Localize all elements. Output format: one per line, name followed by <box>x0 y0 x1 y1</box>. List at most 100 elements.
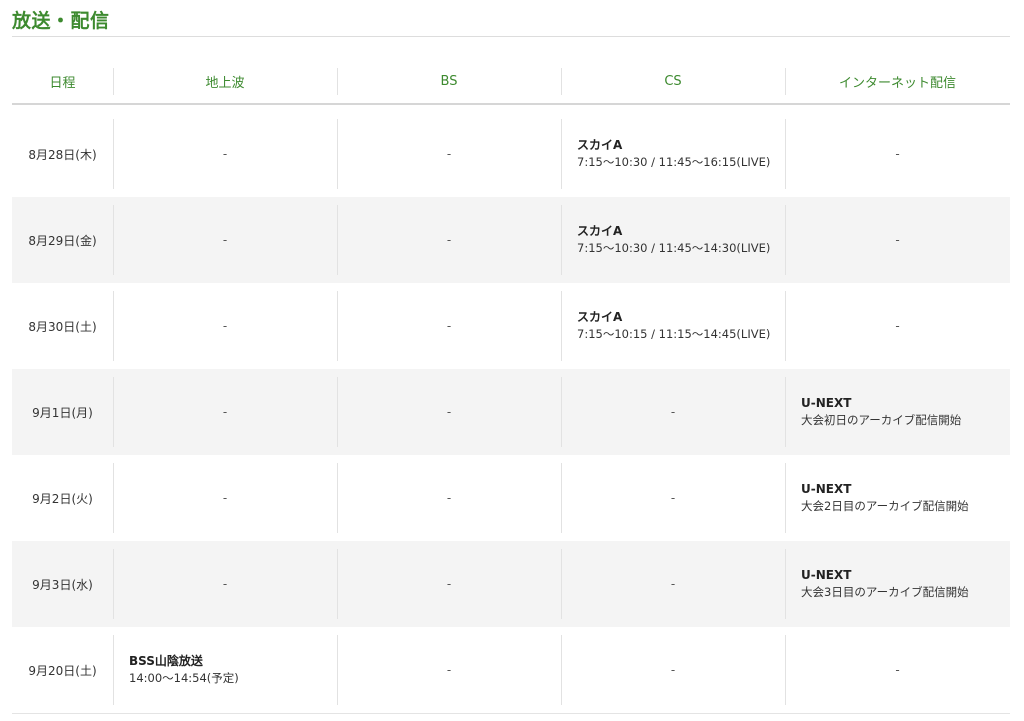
empty-dash: - <box>446 405 452 419</box>
terrestrial-cell: - <box>113 283 337 369</box>
empty-dash: - <box>895 147 900 161</box>
broadcast-detail: 7:15〜10:15 / 11:15〜14:45(LIVE) <box>577 327 771 341</box>
internet-cell: U-NEXT 大会2日目のアーカイブ配信開始 <box>785 455 1010 541</box>
empty-dash: - <box>222 147 228 161</box>
date-label: 9月2日(火) <box>32 491 93 506</box>
empty-dash: - <box>222 491 228 505</box>
internet-cell: U-NEXT 大会3日目のアーカイブ配信開始 <box>785 541 1010 627</box>
empty-dash: - <box>895 663 900 677</box>
terrestrial-cell: BSS山陰放送 14:00〜14:54(予定) <box>113 627 337 713</box>
terrestrial-cell: - <box>113 369 337 455</box>
empty-dash: - <box>222 405 228 419</box>
date-cell: 8月29日(金) <box>12 197 113 283</box>
section-title: 放送・配信 <box>12 10 110 32</box>
date-label: 8月29日(金) <box>28 233 97 248</box>
broadcast-entry: スカイA 7:15〜10:30 / 11:45〜16:15(LIVE) <box>577 137 770 171</box>
bs-cell: - <box>337 541 561 627</box>
broadcast-detail: 大会2日目のアーカイブ配信開始 <box>801 499 969 513</box>
broadcast-detail: 7:15〜10:30 / 11:45〜16:15(LIVE) <box>577 155 771 169</box>
date-label: 8月28日(木) <box>28 147 97 162</box>
cs-cell: スカイA 7:15〜10:30 / 11:45〜16:15(LIVE) <box>561 111 785 197</box>
empty-dash: - <box>670 663 676 677</box>
broadcast-entry: U-NEXT 大会3日目のアーカイブ配信開始 <box>801 567 969 601</box>
cs-cell: - <box>561 541 785 627</box>
empty-dash: - <box>895 233 900 247</box>
broadcast-entry: U-NEXT 大会2日目のアーカイブ配信開始 <box>801 481 969 515</box>
header-terrestrial: 地上波 <box>113 60 337 103</box>
channel-name: U-NEXT <box>801 396 852 410</box>
date-label: 9月3日(水) <box>32 577 93 592</box>
title-divider <box>12 36 1010 37</box>
broadcast-entry: U-NEXT 大会初日のアーカイブ配信開始 <box>801 395 961 429</box>
date-cell: 9月1日(月) <box>12 369 113 455</box>
broadcast-detail: 大会初日のアーカイブ配信開始 <box>801 413 962 427</box>
table-row: 8月29日(金) - - スカイA 7:15〜10:30 / 11:45〜14:30(L… <box>12 197 1010 283</box>
broadcast-page: 放送・配信 日程 地上波 BS CS インターネット配信 8月28日(木) - - ス… <box>0 0 1024 721</box>
broadcast-entry: スカイA 7:15〜10:15 / 11:15〜14:45(LIVE) <box>577 309 770 343</box>
broadcast-detail: 7:15〜10:30 / 11:45〜14:30(LIVE) <box>577 241 771 255</box>
broadcast-detail: 14:00〜14:54(予定) <box>129 671 239 685</box>
empty-dash: - <box>446 491 452 505</box>
table-bottom-divider <box>12 713 1010 714</box>
bs-cell: - <box>337 111 561 197</box>
date-cell: 8月28日(木) <box>12 111 113 197</box>
channel-name: スカイA <box>577 310 623 324</box>
empty-dash: - <box>670 577 676 591</box>
terrestrial-cell: - <box>113 455 337 541</box>
table-row: 9月2日(火) - - - U-NEXT 大会2日目のアーカイブ配信開始 <box>12 455 1010 541</box>
table-header-row: 日程 地上波 BS CS インターネット配信 <box>12 60 1010 105</box>
empty-dash: - <box>895 319 900 333</box>
channel-name: U-NEXT <box>801 568 852 582</box>
empty-dash: - <box>222 319 228 333</box>
table-row: 9月3日(水) - - - U-NEXT 大会3日目のアーカイブ配信開始 <box>12 541 1010 627</box>
date-cell: 9月2日(火) <box>12 455 113 541</box>
empty-dash: - <box>222 233 228 247</box>
bs-cell: - <box>337 283 561 369</box>
header-internet: インターネット配信 <box>785 60 1010 103</box>
broadcast-detail: 大会3日目のアーカイブ配信開始 <box>801 585 969 599</box>
internet-cell: - <box>785 627 1010 713</box>
empty-dash: - <box>446 147 452 161</box>
cs-cell: スカイA 7:15〜10:15 / 11:15〜14:45(LIVE) <box>561 283 785 369</box>
bs-cell: - <box>337 369 561 455</box>
cs-cell: スカイA 7:15〜10:30 / 11:45〜14:30(LIVE) <box>561 197 785 283</box>
date-label: 9月1日(月) <box>32 405 93 420</box>
empty-dash: - <box>446 663 452 677</box>
broadcast-entry: スカイA 7:15〜10:30 / 11:45〜14:30(LIVE) <box>577 223 770 257</box>
empty-dash: - <box>222 577 228 591</box>
date-cell: 9月3日(水) <box>12 541 113 627</box>
bs-cell: - <box>337 197 561 283</box>
schedule-table: 日程 地上波 BS CS インターネット配信 8月28日(木) - - スカイA 7:1… <box>12 60 1010 714</box>
cs-cell: - <box>561 369 785 455</box>
date-cell: 9月20日(土) <box>12 627 113 713</box>
terrestrial-cell: - <box>113 111 337 197</box>
table-row: 9月20日(土) BSS山陰放送 14:00〜14:54(予定) - - - <box>12 627 1010 713</box>
header-date: 日程 <box>49 76 76 91</box>
table-body: 8月28日(木) - - スカイA 7:15〜10:30 / 11:45〜16:15(L… <box>12 111 1010 713</box>
channel-name: BSS山陰放送 <box>129 654 203 668</box>
header-bs: BS <box>337 60 561 103</box>
table-row: 9月1日(月) - - - U-NEXT 大会初日のアーカイブ配信開始 <box>12 369 1010 455</box>
date-cell: 8月30日(土) <box>12 283 113 369</box>
date-label: 8月30日(土) <box>28 319 97 334</box>
empty-dash: - <box>446 319 452 333</box>
empty-dash: - <box>670 491 676 505</box>
broadcast-entry: BSS山陰放送 14:00〜14:54(予定) <box>129 653 239 687</box>
internet-cell: - <box>785 197 1010 283</box>
terrestrial-cell: - <box>113 197 337 283</box>
header-cs: CS <box>561 60 785 103</box>
empty-dash: - <box>446 577 452 591</box>
table-row: 8月28日(木) - - スカイA 7:15〜10:30 / 11:45〜16:15(L… <box>12 111 1010 197</box>
bs-cell: - <box>337 455 561 541</box>
bs-cell: - <box>337 627 561 713</box>
terrestrial-cell: - <box>113 541 337 627</box>
channel-name: スカイA <box>577 224 623 238</box>
cs-cell: - <box>561 455 785 541</box>
channel-name: U-NEXT <box>801 482 852 496</box>
table-row: 8月30日(土) - - スカイA 7:15〜10:15 / 11:15〜14:45(L… <box>12 283 1010 369</box>
internet-cell: U-NEXT 大会初日のアーカイブ配信開始 <box>785 369 1010 455</box>
date-label: 9月20日(土) <box>28 663 97 678</box>
empty-dash: - <box>670 405 676 419</box>
internet-cell: - <box>785 111 1010 197</box>
internet-cell: - <box>785 283 1010 369</box>
